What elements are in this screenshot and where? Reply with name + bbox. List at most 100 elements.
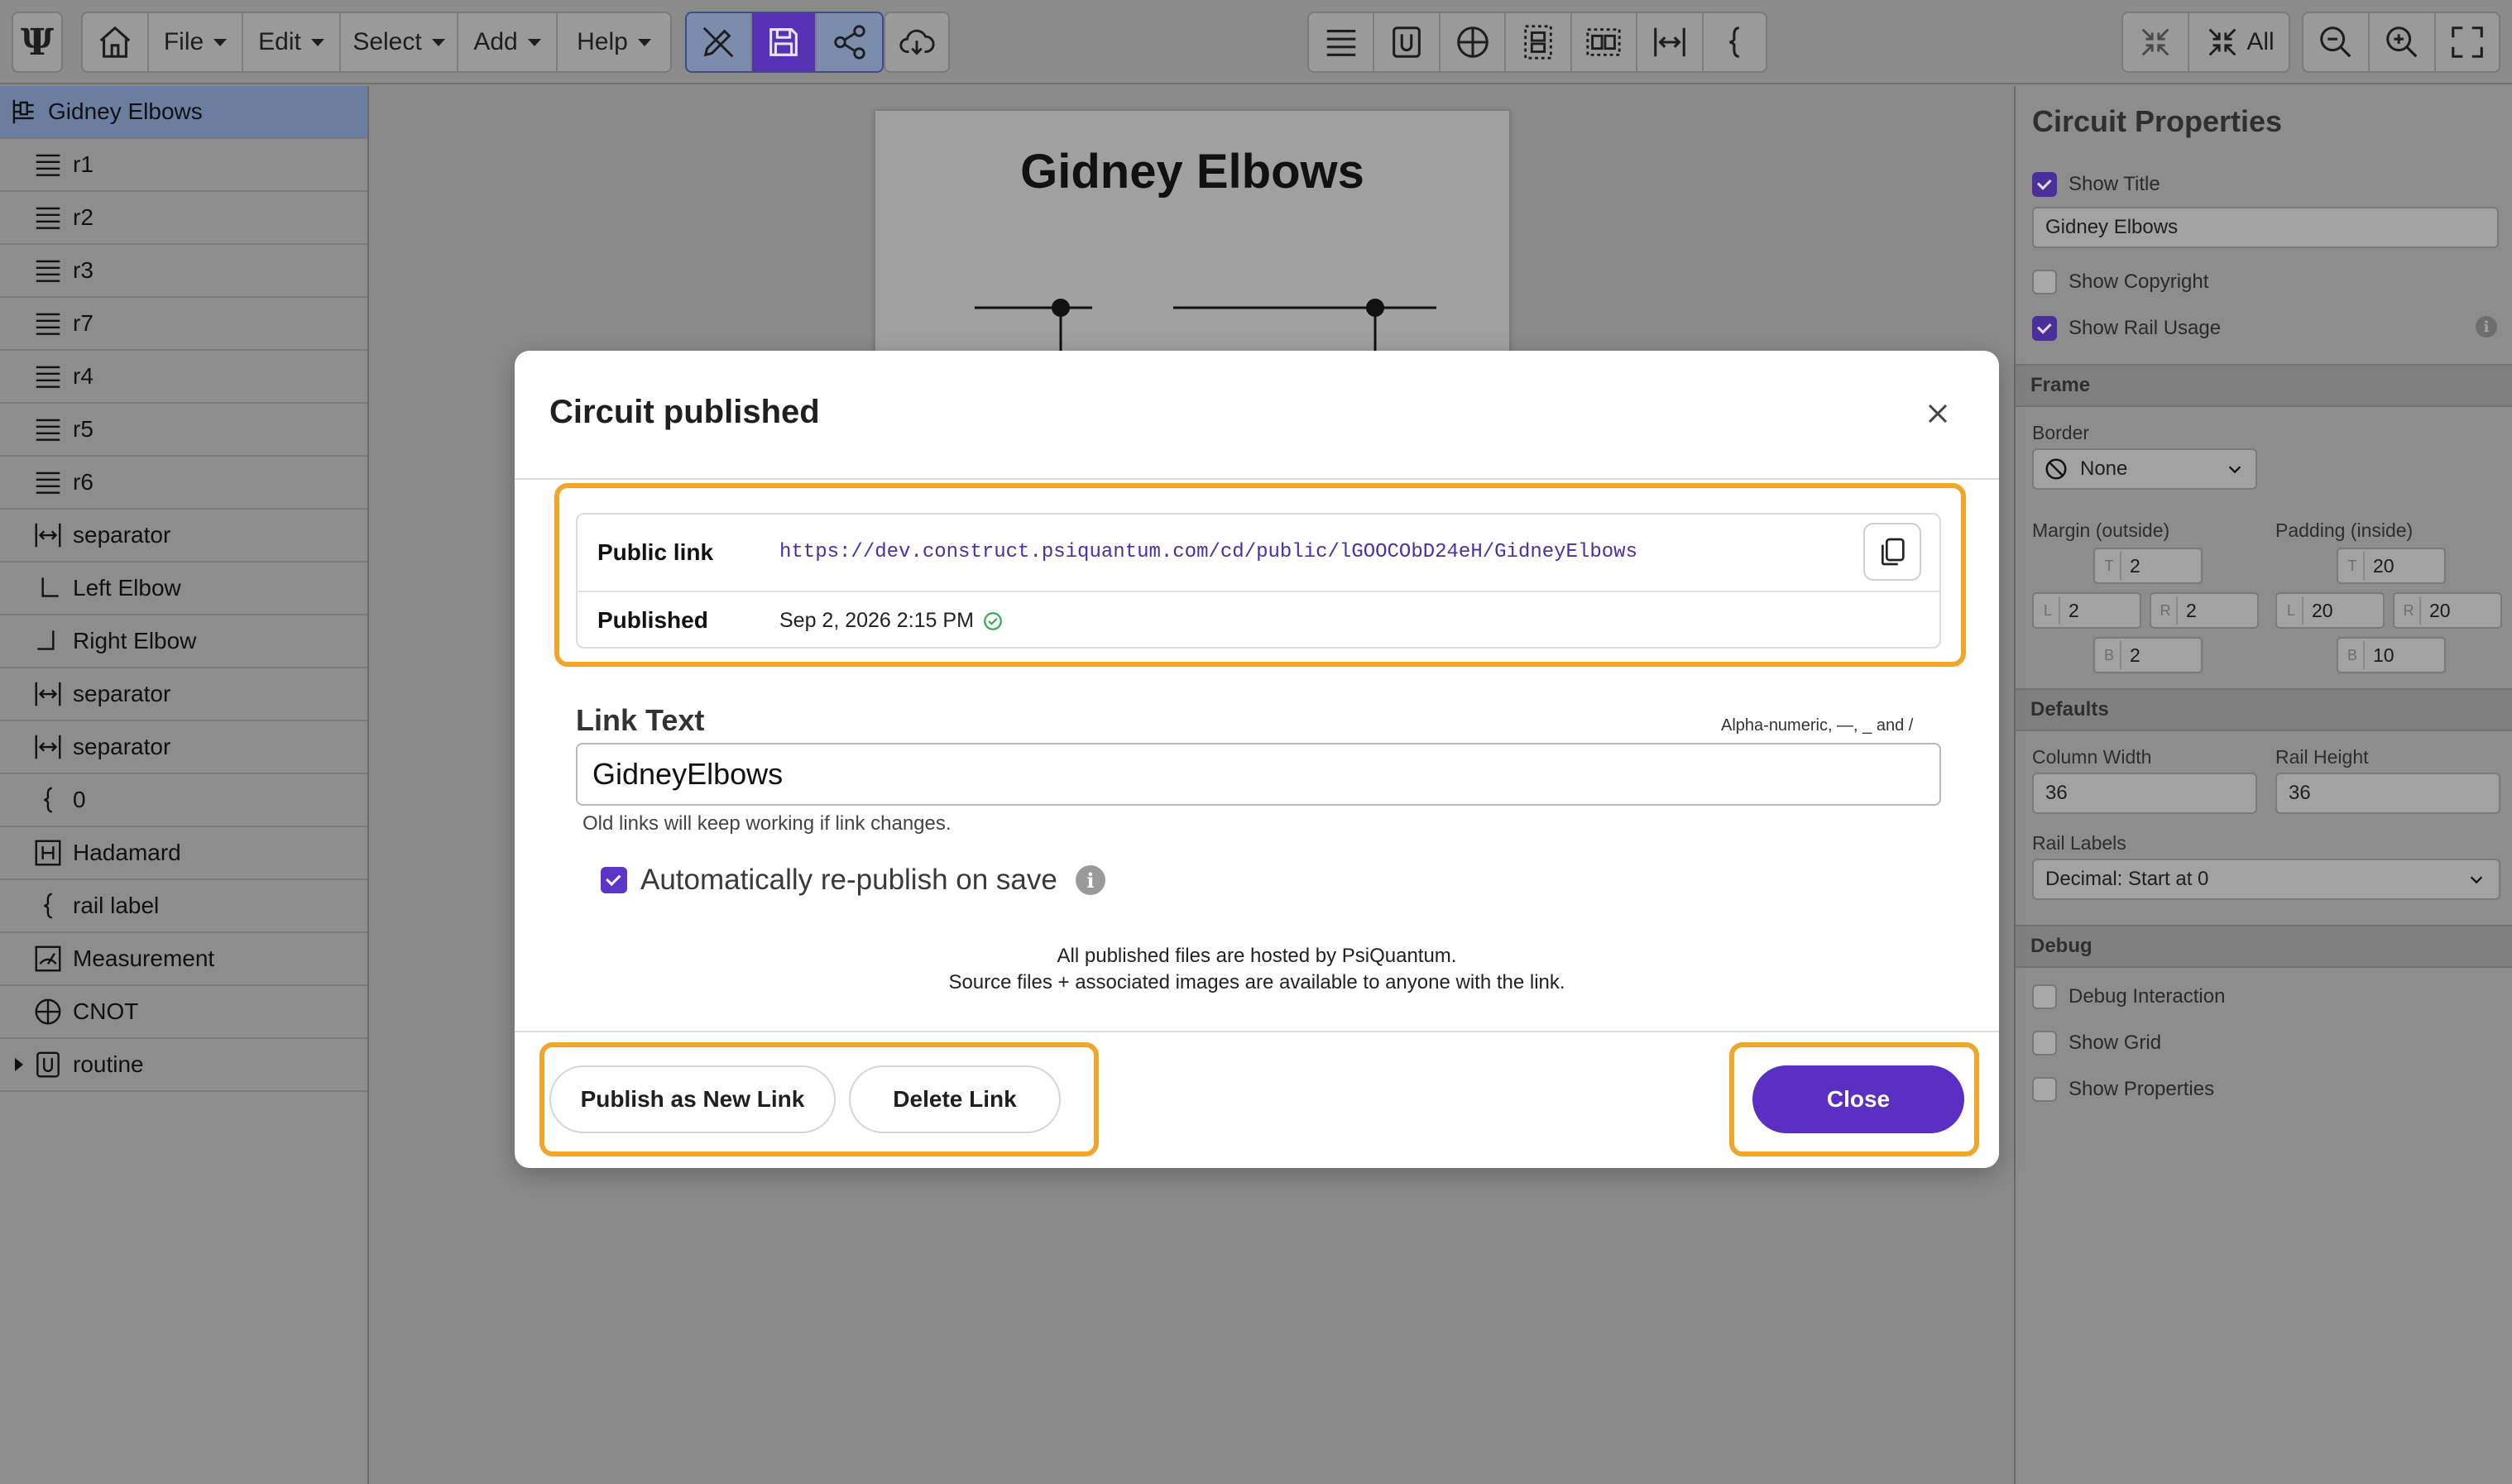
caret-down-icon: [527, 38, 541, 46]
cnot-icon: [31, 995, 65, 1028]
add-group-horizontal-button[interactable]: [1572, 13, 1638, 71]
collapse-button[interactable]: [2123, 13, 2189, 71]
info-icon[interactable]: i: [1075, 865, 1105, 895]
public-link[interactable]: https://dev.construct.psiquantum.com/cd/…: [779, 541, 1637, 563]
tree-item-hadamard[interactable]: Hadamard: [0, 827, 367, 880]
brace-icon: [1729, 26, 1740, 58]
tree-item-0[interactable]: 0: [0, 774, 367, 827]
copy-link-button[interactable]: [1863, 523, 1921, 581]
add-separator-button[interactable]: [1637, 13, 1704, 71]
margin-right-input[interactable]: R2: [2150, 592, 2259, 629]
auto-republish-checkbox[interactable]: Automatically re-publish on save i: [601, 864, 1105, 897]
tree-item-label: 0: [73, 787, 86, 812]
tree-item-right-elbow[interactable]: Right Elbow: [0, 615, 367, 668]
psi-logo-icon[interactable]: Ψ: [13, 13, 61, 71]
add-brace-button[interactable]: [1704, 13, 1766, 71]
add-group-button[interactable]: [1506, 13, 1572, 71]
tree-item-r6[interactable]: r6: [0, 457, 367, 510]
checkbox-checked-icon: [2032, 172, 2057, 197]
checkbox-unchecked-icon: [2032, 1031, 2057, 1056]
defaults-section-header: Defaults: [2016, 688, 2512, 731]
menu-add[interactable]: Add: [458, 13, 558, 71]
tree-item-separator[interactable]: separator: [0, 668, 367, 721]
insert-tools: [1307, 12, 1767, 73]
tree-item-left-elbow[interactable]: Left Elbow: [0, 562, 367, 615]
title-field[interactable]: Gidney Elbows: [2032, 207, 2499, 248]
tree-item-r1[interactable]: r1: [0, 139, 367, 192]
tree-item-r2[interactable]: r2: [0, 192, 367, 245]
tree-root[interactable]: Gidney Elbows: [0, 86, 367, 139]
rail-icon: [31, 201, 65, 234]
tree-item-r3[interactable]: r3: [0, 245, 367, 298]
caret-down-icon: [431, 38, 445, 46]
save-button[interactable]: [751, 13, 817, 71]
tree-item-label: Left Elbow: [73, 575, 181, 601]
add-cnot-button[interactable]: [1441, 13, 1507, 71]
share-button[interactable]: [817, 13, 882, 71]
rails-icon: [1326, 30, 1355, 56]
separator-icon: [31, 730, 65, 764]
published-date: Sep 2, 2026 2:15 PM: [779, 609, 974, 632]
margin-left-input[interactable]: L2: [2032, 592, 2141, 629]
menu-edit[interactable]: Edit: [243, 13, 341, 71]
rail-height-input[interactable]: 36: [2275, 773, 2500, 814]
delete-link-button[interactable]: Delete Link: [849, 1065, 1061, 1133]
show-copyright-checkbox[interactable]: Show Copyright: [2032, 270, 2208, 294]
collapse-all-button[interactable]: All: [2189, 13, 2289, 71]
margin-bottom-input[interactable]: B2: [2093, 637, 2203, 673]
padding-bottom-input[interactable]: B 10: [2337, 637, 2446, 673]
home-button[interactable]: [83, 13, 149, 71]
padding-top-input[interactable]: T 20: [2337, 548, 2446, 584]
caret-down-icon: [310, 38, 324, 46]
margin-top-input[interactable]: T2: [2093, 548, 2203, 584]
zoom-in-button[interactable]: [2370, 13, 2436, 71]
circuit-tree-icon: [7, 95, 40, 128]
cloud-download-button[interactable]: [885, 13, 948, 71]
zoom-out-icon: [2320, 26, 2351, 58]
debug-interaction-checkbox[interactable]: Debug Interaction: [2032, 984, 2225, 1009]
tree-item-rail-label[interactable]: rail label: [0, 880, 367, 933]
show-rail-usage-checkbox[interactable]: Show Rail Usage: [2032, 316, 2221, 341]
tree-item-r4[interactable]: r4: [0, 351, 367, 404]
padding-right-input[interactable]: R 20: [2393, 592, 2502, 629]
menu-edit-label: Edit: [258, 28, 301, 55]
tree-item-measurement[interactable]: Measurement: [0, 933, 367, 986]
tree-item-label: r3: [73, 257, 93, 283]
tree-item-cnot[interactable]: CNOT: [0, 986, 367, 1039]
border-select[interactable]: None: [2032, 448, 2257, 490]
column-width-input[interactable]: 36: [2032, 773, 2257, 814]
close-button[interactable]: Close: [1752, 1065, 1964, 1133]
add-rail-button[interactable]: [1309, 13, 1375, 71]
tree-item-r7[interactable]: r7: [0, 298, 367, 351]
hosted-note-line2: Source files + associated images are ava…: [948, 971, 1565, 993]
tree-item-r5[interactable]: r5: [0, 404, 367, 457]
zoom-out-button[interactable]: [2303, 13, 2370, 71]
publish-new-link-button[interactable]: Publish as New Link: [549, 1065, 836, 1133]
info-icon[interactable]: i: [2476, 316, 2497, 337]
menu-help[interactable]: Help: [558, 13, 670, 71]
add-routine-button[interactable]: [1374, 13, 1441, 71]
chevron-down-icon: [2228, 466, 2241, 474]
show-title-checkbox[interactable]: Show Title: [2032, 172, 2160, 197]
show-properties-checkbox[interactable]: Show Properties: [2032, 1077, 2214, 1102]
publish-dialog: Circuit published Public link https://de…: [515, 351, 1999, 1168]
dialog-close-button[interactable]: [1920, 395, 1956, 432]
tree-item-separator[interactable]: separator: [0, 721, 367, 774]
tree-item-routine[interactable]: routine: [0, 1039, 367, 1092]
tree-item-label: separator: [73, 734, 171, 759]
tree-item-separator[interactable]: separator: [0, 510, 367, 562]
tree-item-label: separator: [73, 522, 171, 548]
rail-labels-select[interactable]: Decimal: Start at 0: [2032, 859, 2500, 900]
menu-select[interactable]: Select: [341, 13, 458, 71]
menu-add-label: Add: [473, 28, 518, 55]
published-date-row: Sep 2, 2026 2:15 PM: [779, 609, 1004, 633]
pen-tool-button[interactable]: [687, 13, 752, 71]
padding-left-input[interactable]: L 20: [2275, 592, 2385, 629]
link-text-input[interactable]: GidneyElbows: [576, 743, 1941, 806]
copy-icon: [1882, 538, 1905, 566]
expand-triangle-icon[interactable]: [15, 1058, 23, 1071]
show-copyright-label: Show Copyright: [2069, 270, 2209, 293]
fullscreen-button[interactable]: [2436, 13, 2499, 71]
menu-file[interactable]: File: [149, 13, 243, 71]
show-grid-checkbox[interactable]: Show Grid: [2032, 1031, 2161, 1056]
